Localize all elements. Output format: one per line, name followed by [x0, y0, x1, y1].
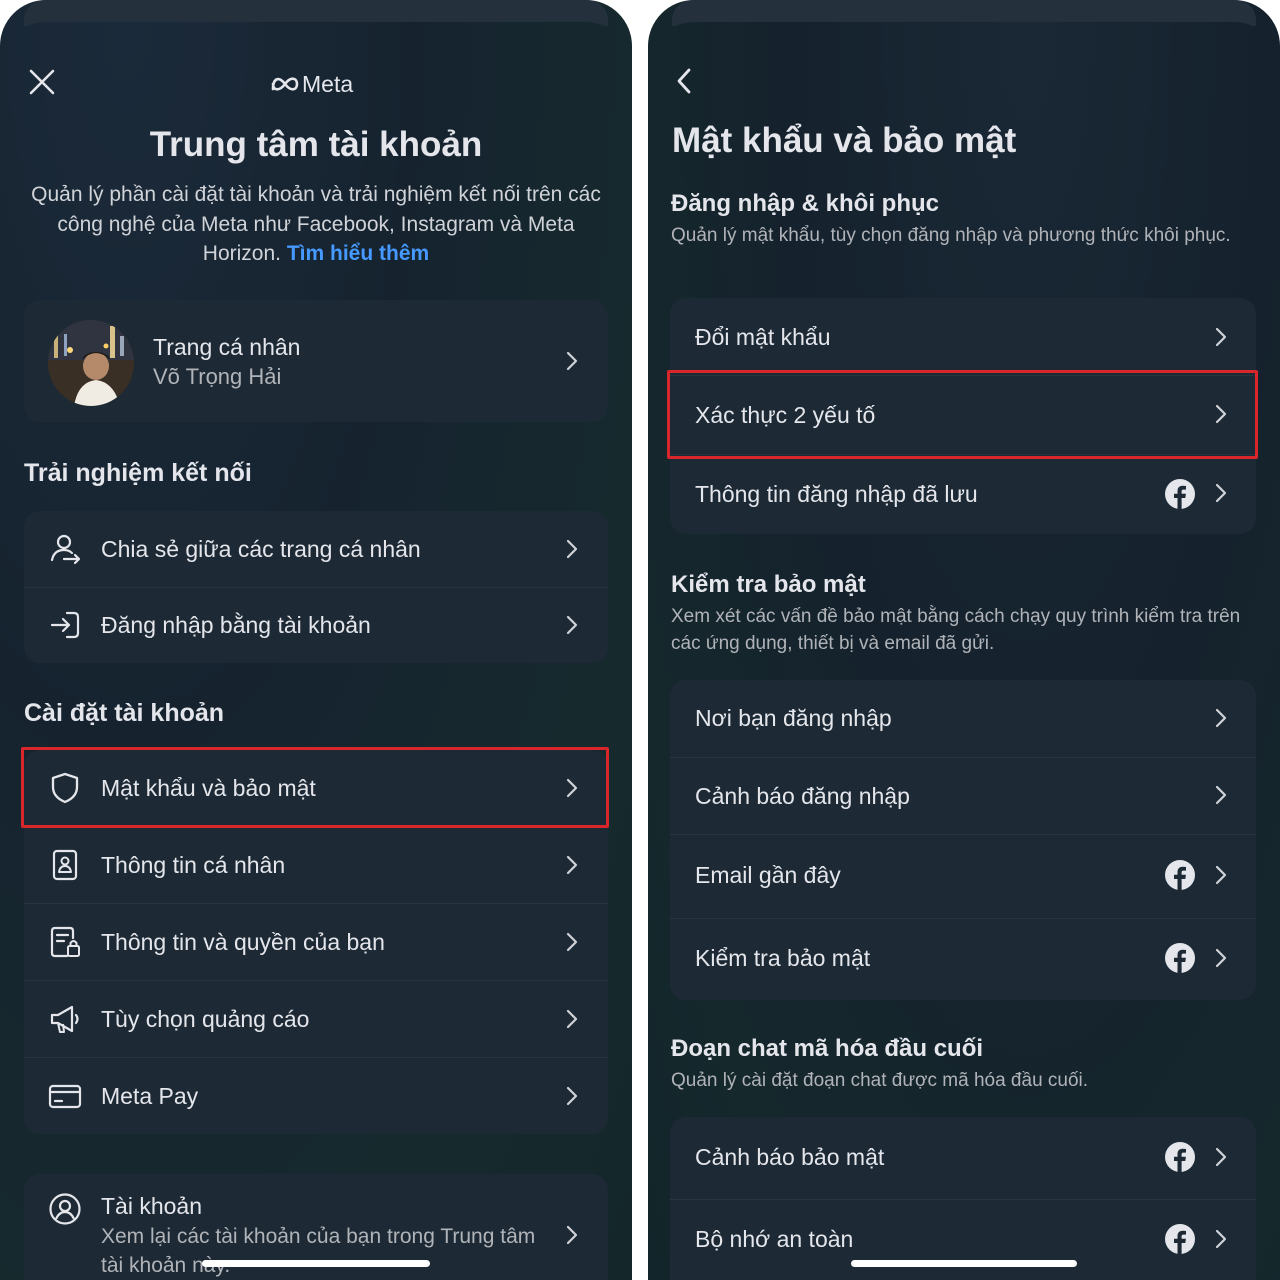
chevron-right-icon [564, 614, 580, 636]
chevron-right-icon [564, 350, 580, 372]
meta-brand-text: Meta [302, 71, 354, 97]
settings-item-label: Meta Pay [101, 1083, 199, 1109]
profile-card[interactable]: Trang cá nhân Võ Trọng Hải [24, 300, 608, 422]
chevron-right-icon [1213, 784, 1229, 806]
avatar [48, 320, 134, 406]
accounts-label: Tài khoản [101, 1193, 203, 1219]
facebook-icon [1165, 860, 1195, 890]
account-settings-title: Cài đặt tài khoản [24, 699, 225, 727]
chevron-right-icon [564, 1085, 580, 1107]
settings-item-meta-pay[interactable]: Meta Pay [24, 1058, 608, 1134]
password-security-screen: Mật khẩu và bảo mật Đăng nhập & khôi phụ… [648, 0, 1280, 1280]
chevron-right-icon [564, 538, 580, 560]
chevron-right-icon [1213, 947, 1229, 969]
row-label: Bộ nhớ an toàn [695, 1226, 854, 1252]
home-indicator[interactable] [851, 1260, 1077, 1267]
home-indicator[interactable] [202, 1260, 430, 1267]
row-label: Kiểm tra bảo mật [695, 945, 871, 971]
page-title: Trung tâm tài khoản [149, 125, 483, 164]
e2e-chat-card: Cảnh báo bảo mật Bộ nhớ an toàn [670, 1117, 1256, 1280]
security-checkup-row[interactable]: Kiểm tra bảo mật [670, 919, 1256, 1000]
saved-login-row[interactable]: Thông tin đăng nhập đã lưu [670, 455, 1256, 534]
connected-item-login[interactable]: Đăng nhập bằng tài khoản [24, 588, 608, 663]
chevron-right-icon [564, 1224, 580, 1246]
row-label: Email gần đây [695, 862, 841, 888]
profile-label: Trang cá nhân [153, 334, 301, 360]
row-label: Thông tin đăng nhập đã lưu [695, 481, 978, 507]
connected-item-share[interactable]: Chia sẻ giữa các trang cá nhân [24, 511, 608, 587]
chevron-right-icon [1213, 1228, 1229, 1250]
settings-item-ad-preferences[interactable]: Tùy chọn quảng cáo [24, 981, 608, 1057]
id-card-icon [48, 848, 82, 882]
security-alerts-row[interactable]: Cảnh báo bảo mật [670, 1117, 1256, 1199]
where-logged-in-row[interactable]: Nơi bạn đăng nhập [670, 680, 1256, 757]
login-arrow-icon [48, 608, 82, 642]
login-recovery-title: Đăng nhập & khôi phục [671, 190, 939, 217]
learn-more-link[interactable]: Tìm hiểu thêm [287, 242, 429, 265]
account-circle-icon [48, 1192, 82, 1226]
highlight-box [667, 370, 1258, 459]
row-label: Đổi mật khẩu [695, 324, 831, 350]
page-description: Quản lý phần cài đặt tài khoản và trải n… [28, 180, 604, 269]
settings-item-info-permissions[interactable]: Thông tin và quyền của bạn [24, 904, 608, 980]
facebook-icon [1165, 1224, 1195, 1254]
back-arrow-icon[interactable] [672, 66, 698, 96]
security-check-sub: Xem xét các vấn đề bảo mật bằng cách chạ… [671, 606, 1241, 654]
security-check-title: Kiểm tra bảo mật [671, 571, 866, 598]
share-profiles-icon [48, 532, 82, 566]
close-icon[interactable] [28, 68, 56, 96]
settings-item-label: Thông tin và quyền của bạn [101, 929, 385, 955]
recent-emails-row[interactable]: Email gần đây [670, 835, 1256, 918]
chevron-right-icon [1213, 707, 1229, 729]
settings-item-label: Tùy chọn quảng cáo [101, 1006, 310, 1032]
login-alerts-row[interactable]: Cảnh báo đăng nhập [670, 758, 1256, 834]
meta-logo: Meta [270, 71, 370, 97]
profile-name: Võ Trọng Hải [153, 364, 282, 389]
chevron-right-icon [1213, 864, 1229, 886]
facebook-icon [1165, 943, 1195, 973]
accounts-sub: Xem lại các tài khoản của bạn trong Trun… [101, 1225, 536, 1277]
connected-experiences-title: Trải nghiệm kết nối [24, 459, 252, 487]
change-password-row[interactable]: Đổi mật khẩu [670, 298, 1256, 375]
row-label: Cảnh báo bảo mật [695, 1144, 885, 1170]
page-title: Mật khẩu và bảo mật [672, 121, 1017, 160]
settings-item-label: Thông tin cá nhân [101, 852, 286, 878]
highlight-box [21, 747, 609, 828]
settings-item-personal-info[interactable]: Thông tin cá nhân [24, 827, 608, 903]
connected-item-label: Chia sẻ giữa các trang cá nhân [101, 536, 421, 562]
chevron-right-icon [564, 1008, 580, 1030]
row-label: Cảnh báo đăng nhập [695, 783, 910, 809]
facebook-icon [1165, 1142, 1195, 1172]
megaphone-icon [48, 1002, 82, 1036]
connected-item-label: Đăng nhập bằng tài khoản [101, 612, 371, 638]
e2e-chat-sub: Quản lý cài đặt đoạn chat được mã hóa đầ… [671, 1070, 1089, 1091]
e2e-chat-title: Đoạn chat mã hóa đầu cuối [671, 1035, 984, 1062]
chevron-right-icon [1213, 326, 1229, 348]
document-lock-icon [48, 925, 82, 959]
credit-card-icon [48, 1079, 82, 1113]
security-check-card: Nơi bạn đăng nhập Cảnh báo đăng nhập Ema… [670, 680, 1256, 1000]
row-label: Nơi bạn đăng nhập [695, 705, 892, 731]
chevron-right-icon [1213, 1146, 1229, 1168]
chevron-right-icon [564, 931, 580, 953]
connected-experiences-card: Chia sẻ giữa các trang cá nhân Đăng nhập… [24, 511, 608, 663]
login-recovery-sub: Quản lý mật khẩu, tùy chọn đăng nhập và … [671, 225, 1231, 246]
chevron-right-icon [1213, 482, 1229, 504]
accounts-center-screen: Meta Trung tâm tài khoản Quản lý phần cà… [0, 0, 632, 1280]
secure-storage-row[interactable]: Bộ nhớ an toàn [670, 1200, 1256, 1280]
chevron-right-icon [564, 854, 580, 876]
facebook-icon [1165, 479, 1195, 509]
